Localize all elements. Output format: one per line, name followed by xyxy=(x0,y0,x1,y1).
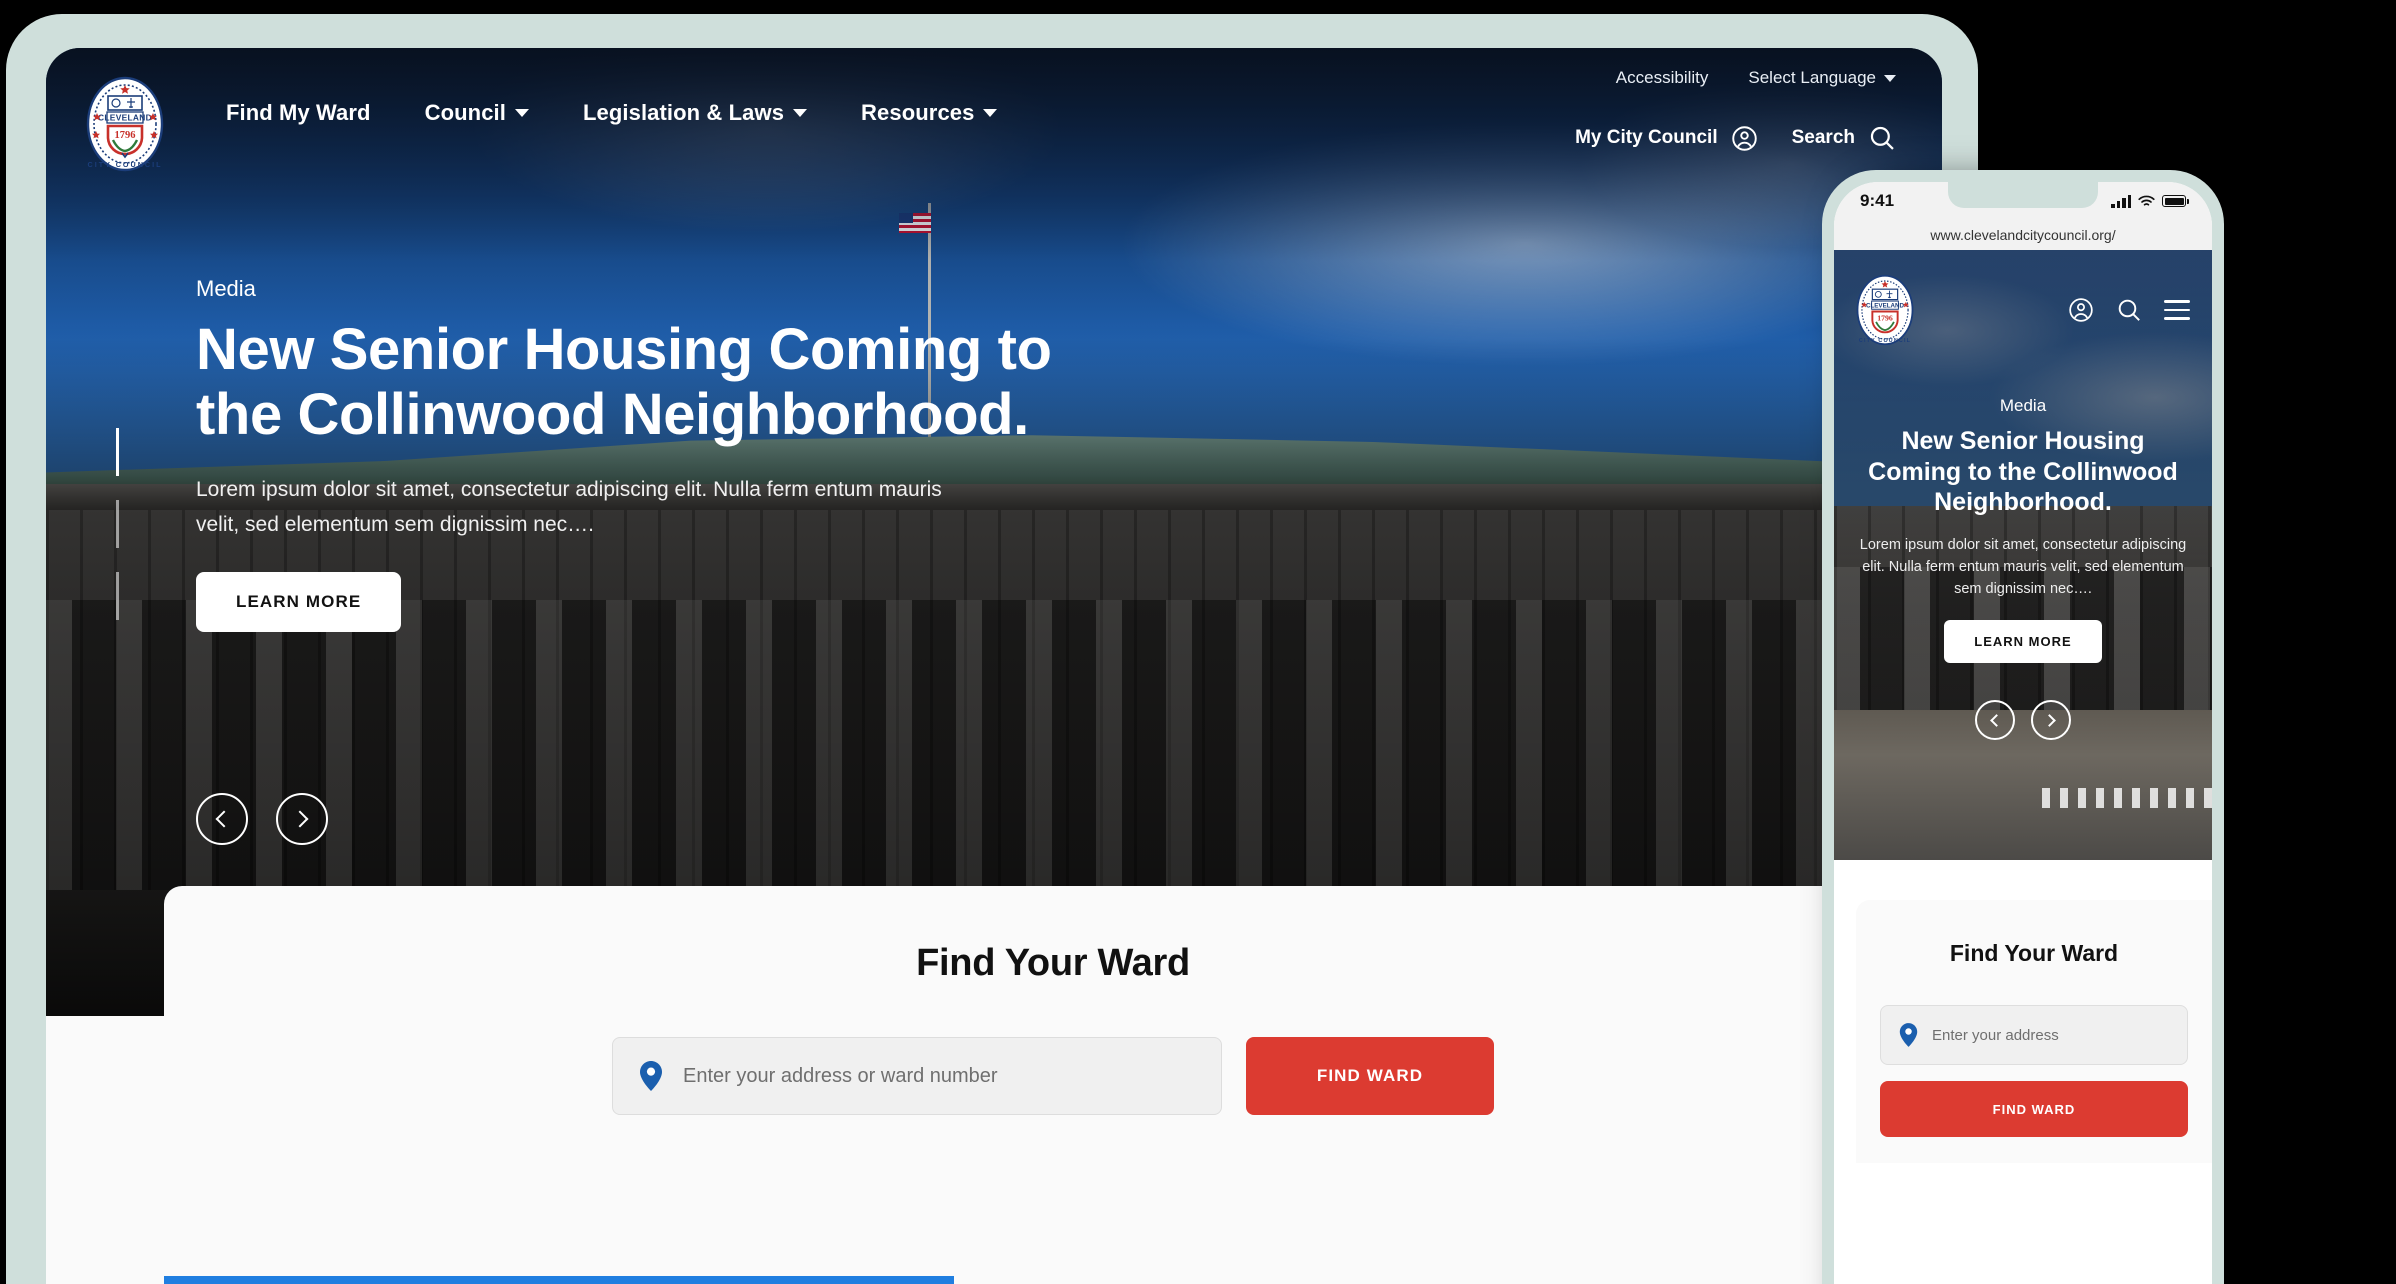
hero-description: Lorem ipsum dolor sit amet, consectetur … xyxy=(1859,536,2187,597)
desktop-account-nav: My City Council Search xyxy=(1575,124,1896,152)
ward-search-input[interactable] xyxy=(1932,1026,2169,1044)
phone-header: CLEVELAND 1796 CITY COUNCIL xyxy=(1834,250,2212,370)
select-language-label: Select Language xyxy=(1748,68,1876,87)
hero-content: Media New Senior Housing Coming to the C… xyxy=(196,276,1196,633)
crosswalk-marking xyxy=(2041,788,2212,808)
phone-notch xyxy=(1948,182,2098,208)
map-pin-icon xyxy=(1899,1023,1918,1047)
my-city-council-label: My City Council xyxy=(1575,127,1718,148)
desktop-device-frame: CLEVELAND 1796 CITY COUNCIL Find My Ward… xyxy=(6,14,1978,1284)
desktop-viewport: CLEVELAND 1796 CITY COUNCIL Find My Ward… xyxy=(46,48,1942,1284)
hero-learn-more-button[interactable]: LEARN MORE xyxy=(1944,619,2102,663)
phone-status-bar: 9:41 xyxy=(1834,182,2212,220)
map-pin-icon xyxy=(639,1061,663,1091)
desktop-primary-nav: Find My Ward Council Legislation & Laws … xyxy=(226,100,998,126)
svg-text:CITY COUNCIL: CITY COUNCIL xyxy=(1859,338,1911,344)
carousel-prev-button[interactable] xyxy=(196,793,248,845)
wifi-icon xyxy=(2138,195,2155,208)
hero-slide-indicators xyxy=(116,428,119,620)
chevron-down-icon xyxy=(793,109,808,117)
battery-full-icon xyxy=(2162,195,2189,207)
find-your-ward-section: Find Your Ward FIND WARD xyxy=(164,886,1942,1206)
slide-indicator-3[interactable] xyxy=(116,572,119,620)
mockup-stage: CLEVELAND 1796 CITY COUNCIL Find My Ward… xyxy=(0,0,2396,1284)
status-bar-time: 9:41 xyxy=(1860,191,1895,210)
search-icon xyxy=(1868,124,1896,152)
search-label: Search xyxy=(1791,127,1855,148)
slide-indicator-1[interactable] xyxy=(116,428,119,476)
nav-label: Legislation & Laws xyxy=(582,100,785,125)
chevron-left-icon xyxy=(1990,713,2003,727)
nav-label: Find My Ward xyxy=(226,100,371,125)
nav-label: Resources xyxy=(861,100,975,125)
find-ward-button[interactable]: FIND WARD xyxy=(1880,1081,2188,1137)
hero-learn-more-button[interactable]: LEARN MORE xyxy=(196,572,402,633)
phone-carousel-controls xyxy=(1975,700,2071,740)
cleveland-city-council-seal-logo[interactable]: CLEVELAND 1796 CITY COUNCIL xyxy=(86,76,164,172)
desktop-header: CLEVELAND 1796 CITY COUNCIL Find My Ward… xyxy=(46,48,1942,198)
my-city-council-button[interactable]: My City Council xyxy=(1575,125,1758,152)
user-circle-icon xyxy=(1731,125,1758,152)
nav-item-resources[interactable]: Resources xyxy=(861,100,998,126)
ward-search-field-wrapper[interactable] xyxy=(1880,1005,2188,1065)
chevron-right-icon xyxy=(2043,713,2056,727)
nav-item-find-my-ward[interactable]: Find My Ward xyxy=(226,100,371,126)
search-icon[interactable] xyxy=(2116,297,2142,323)
desktop-utility-nav: Accessibility Select Language xyxy=(1616,68,1896,88)
phone-nav-icons xyxy=(2068,297,2190,323)
hamburger-menu-icon[interactable] xyxy=(2164,300,2190,320)
find-your-ward-form: FIND WARD xyxy=(164,1037,1942,1115)
carousel-prev-button[interactable] xyxy=(1975,700,2015,740)
phone-hero-section: CLEVELAND 1796 CITY COUNCIL Media New Se… xyxy=(1834,250,2212,860)
carousel-next-button[interactable] xyxy=(2031,700,2071,740)
hero-description: Lorem ipsum dolor sit amet, consectetur … xyxy=(196,477,942,537)
content-image-tile xyxy=(164,1276,954,1284)
phone-find-your-ward-section: Find Your Ward FIND WARD xyxy=(1856,900,2212,1163)
hero-headline: New Senior Housing Coming to the Collinw… xyxy=(1868,427,2178,516)
chevron-down-icon xyxy=(983,109,998,117)
status-bar-indicators xyxy=(2111,194,2189,208)
svg-text:1796: 1796 xyxy=(115,130,136,141)
nav-label: Council xyxy=(424,100,506,125)
hero-category-label: Media xyxy=(1999,396,2047,415)
search-button[interactable]: Search xyxy=(1792,124,1896,152)
select-language-dropdown[interactable]: Select Language xyxy=(1748,68,1896,88)
cleveland-city-council-seal-logo[interactable]: CLEVELAND 1796 CITY COUNCIL xyxy=(1856,274,1914,346)
phone-device-frame: 9:41 www.clevelandcitycouncil.org/ CLEVE… xyxy=(1822,170,2224,1284)
find-ward-button[interactable]: FIND WARD xyxy=(1246,1037,1494,1115)
find-your-ward-title: Find Your Ward xyxy=(1949,940,2119,966)
hero-carousel-controls xyxy=(196,793,328,845)
chevron-down-icon xyxy=(514,109,529,117)
phone-url-bar[interactable]: www.clevelandcitycouncil.org/ xyxy=(1834,220,2212,250)
ward-search-input[interactable] xyxy=(683,1064,1195,1088)
desktop-hero-section: CLEVELAND 1796 CITY COUNCIL Find My Ward… xyxy=(46,48,1942,1016)
hero-category-label: Media xyxy=(196,276,256,301)
svg-text:CLEVELAND: CLEVELAND xyxy=(1866,302,1905,309)
phone-viewport: 9:41 www.clevelandcitycouncil.org/ CLEVE… xyxy=(1834,182,2212,1284)
accessibility-link[interactable]: Accessibility xyxy=(1616,68,1709,88)
cellular-signal-icon xyxy=(2111,194,2131,208)
nav-item-legislation-and-laws[interactable]: Legislation & Laws xyxy=(582,100,808,126)
nav-item-council[interactable]: Council xyxy=(425,100,529,126)
phone-url-text: www.clevelandcitycouncil.org/ xyxy=(1930,227,2116,243)
chevron-right-icon xyxy=(291,810,309,828)
carousel-next-button[interactable] xyxy=(276,793,328,845)
svg-text:1796: 1796 xyxy=(1877,313,1893,322)
chevron-left-icon xyxy=(215,810,233,828)
find-your-ward-title: Find Your Ward xyxy=(916,942,1190,984)
phone-hero-content: Media New Senior Housing Coming to the C… xyxy=(1834,396,2212,663)
svg-text:CITY COUNCIL: CITY COUNCIL xyxy=(88,160,163,169)
slide-indicator-2[interactable] xyxy=(116,500,119,548)
user-circle-icon[interactable] xyxy=(2068,297,2094,323)
accessibility-label: Accessibility xyxy=(1615,68,1709,87)
hero-headline: New Senior Housing Coming to the Collinw… xyxy=(196,317,1052,447)
svg-text:CLEVELAND: CLEVELAND xyxy=(98,113,152,123)
chevron-down-icon xyxy=(1884,74,1896,82)
ward-search-field-wrapper[interactable] xyxy=(612,1037,1222,1115)
